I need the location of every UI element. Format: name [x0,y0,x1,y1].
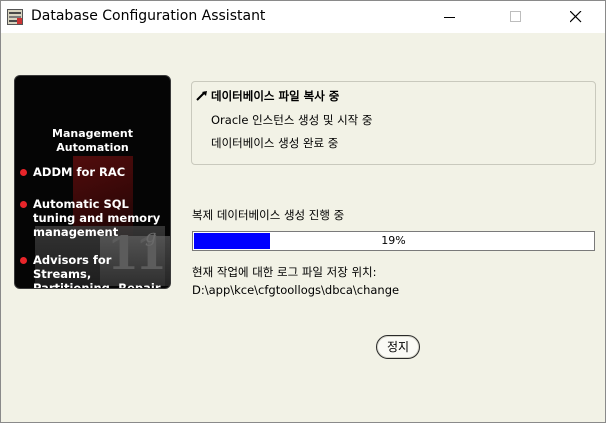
promo-title: Management Automation [15,127,170,155]
step-item-copy-files: 데이터베이스 파일 복사 중 [211,89,340,103]
promo-item-label: Advisors for Streams, Partitioning, Repa… [33,253,161,289]
promo-title-line: Automation [56,141,129,154]
promo-panel: 11 g Management Automation ADDM for RAC … [14,75,171,289]
promo-item-label: Automatic SQL tuning and memory manageme… [33,197,161,239]
dialog-body: 11 g Management Automation ADDM for RAC … [1,33,605,422]
dbca-window: Database Configuration Assistant 11 g Ma… [0,0,606,423]
promo-item: Automatic SQL tuning and memory manageme… [20,197,168,239]
window-title: Database Configuration Assistant [31,8,266,24]
promo-item-label: ADDM for RAC [33,165,126,179]
close-button[interactable] [553,1,599,33]
progress-percent: 19% [381,234,406,247]
in-progress-arrow-icon [196,91,207,101]
promo-item: ADDM for RAC [20,165,126,179]
step-item-create-instance: Oracle 인스턴스 생성 및 시작 중 [211,113,373,127]
progress-label: 복제 데이터베이스 생성 진행 중 [192,208,345,222]
close-icon [570,11,582,23]
stop-button[interactable]: 정지 [376,335,420,359]
bullet-icon [20,169,27,176]
progress-bar: 19% [192,231,595,251]
app-icon [7,9,23,25]
maximize-button[interactable] [493,1,539,33]
minimize-icon [444,17,455,18]
promo-item: Advisors for Streams, Partitioning, Repa… [20,253,168,289]
title-bar[interactable]: Database Configuration Assistant [1,1,605,33]
promo-title-line: Management [52,127,133,140]
step-item-complete-creation: 데이터베이스 생성 완료 중 [211,136,339,150]
log-location-label: 현재 작업에 대한 로그 파일 저장 위치: [192,265,377,279]
minimize-button[interactable] [427,1,473,33]
step-list: 데이터베이스 파일 복사 중 Oracle 인스턴스 생성 및 시작 중 데이터… [191,81,596,165]
bullet-icon [20,257,27,264]
log-path: D:\app\kce\cfgtoollogs\dbca\change [192,283,400,297]
maximize-icon [510,11,521,22]
bullet-icon [20,201,27,208]
